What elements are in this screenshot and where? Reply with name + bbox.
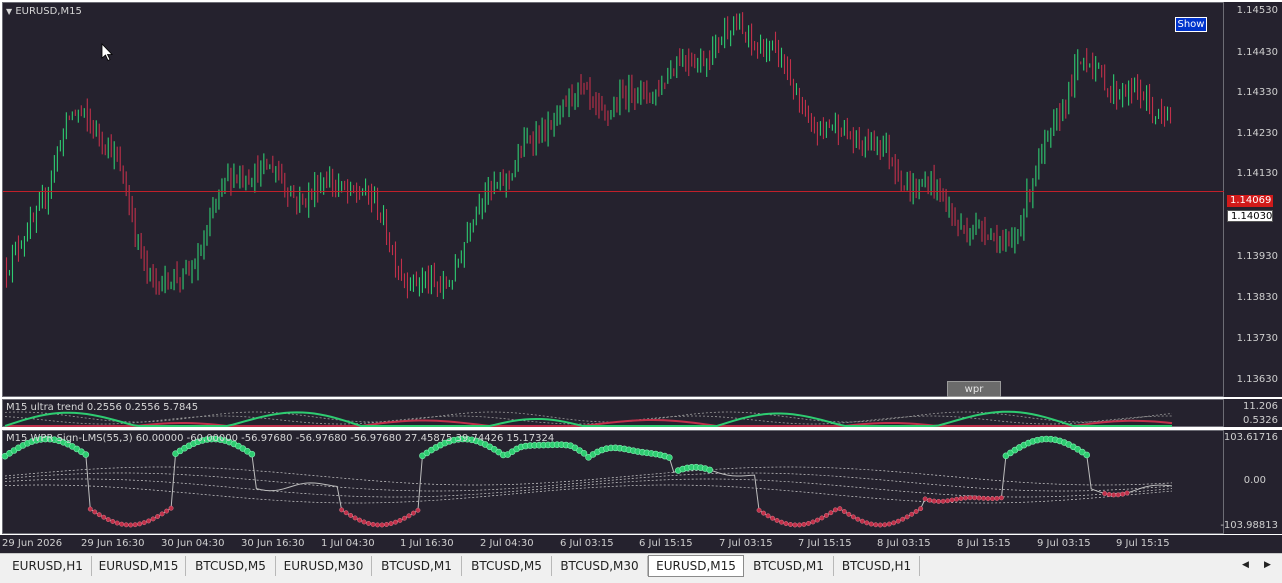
time-axis-label: 9 Jul 15:15 — [1116, 538, 1170, 549]
chart-tab-bar: EURUSD,H1 EURUSD,M15 BTCUSD,M5 EURUSD,M3… — [0, 553, 1282, 583]
dropdown-triangle-icon[interactable]: ▼ — [6, 7, 12, 16]
tab-btcusd-m1[interactable]: BTCUSD,M1 — [372, 556, 462, 576]
symbol-label: EURUSD,M15 — [15, 6, 82, 17]
time-axis-label: 30 Jun 04:30 — [161, 538, 225, 549]
time-axis-label: 29 Jun 16:30 — [81, 538, 145, 549]
tab-btcusd-h1[interactable]: BTCUSD,H1 — [834, 556, 920, 576]
time-axis-label: 1 Jul 16:30 — [400, 538, 454, 549]
price-axis-label: 1.13830 — [1236, 292, 1278, 303]
trend-axis-label: 0.5326 — [1243, 415, 1278, 426]
price-axis-label: 1.13630 — [1236, 374, 1278, 385]
wpr-axis-label: 0.00 — [1243, 475, 1266, 486]
tab-scroll-left-icon[interactable]: ◀ — [1242, 560, 1249, 570]
tab-eurusd-m30[interactable]: EURUSD,M30 — [276, 556, 372, 576]
tab-btcusd-m5[interactable]: BTCUSD,M5 — [186, 556, 276, 576]
time-axis-label: 2 Jul 04:30 — [480, 538, 534, 549]
tab-scroll-right-icon[interactable]: ▶ — [1264, 560, 1271, 570]
price-axis-label: 1.14330 — [1236, 87, 1278, 98]
time-axis-label: 8 Jul 03:15 — [877, 538, 931, 549]
trading-terminal: ▼ EURUSD,M15 Show wpr 1.14530 1.14430 1.… — [0, 0, 1282, 583]
time-axis-label: 9 Jul 03:15 — [1037, 538, 1091, 549]
wpr-panel[interactable] — [2, 430, 1224, 534]
current-price-white-tag: 1.14030 — [1227, 210, 1273, 222]
price-axis-label: 1.13930 — [1236, 251, 1278, 262]
tab-eurusd-m15-active[interactable]: EURUSD,M15 — [648, 555, 744, 577]
price-axis-label: 1.14430 — [1236, 47, 1278, 58]
chart-symbol-title: ▼ EURUSD,M15 — [6, 6, 82, 17]
time-axis-label: 7 Jul 15:15 — [798, 538, 852, 549]
tab-eurusd-h1[interactable]: EURUSD,H1 — [4, 556, 92, 576]
tab-btcusd-m5-2[interactable]: BTCUSD,M5 — [462, 556, 552, 576]
time-axis-label: 29 Jun 2026 — [2, 538, 63, 549]
time-axis: 29 Jun 2026 29 Jun 16:30 30 Jun 04:30 30… — [0, 535, 1282, 553]
wpr-title: M15 WPR Sign-LMS(55,3) 60.00000 -60.0000… — [6, 433, 555, 444]
wpr-axis: 103.61716 0.00 -103.98813 — [1220, 430, 1282, 534]
price-axis-label: 1.14530 — [1236, 5, 1278, 16]
show-button[interactable]: Show — [1175, 17, 1207, 32]
wpr-button[interactable]: wpr — [947, 381, 1001, 397]
wpr-axis-label: -103.98813 — [1220, 520, 1278, 531]
price-axis-label: 1.14230 — [1236, 128, 1278, 139]
time-axis-label: 1 Jul 04:30 — [321, 538, 375, 549]
ultra-trend-title: M15 ultra trend 0.2556 0.2556 5.7845 — [6, 402, 199, 413]
price-axis-label: 1.14130 — [1236, 168, 1278, 179]
current-price-red-tag: 1.14069 — [1227, 195, 1273, 207]
time-axis-label: 30 Jun 16:30 — [241, 538, 305, 549]
trend-axis: 11.206 0.5326 — [1224, 399, 1282, 427]
time-axis-label: 6 Jul 03:15 — [560, 538, 614, 549]
trend-axis-label: 11.206 — [1243, 401, 1278, 412]
time-axis-label: 8 Jul 15:15 — [957, 538, 1011, 549]
time-axis-label: 7 Jul 03:15 — [719, 538, 773, 549]
time-axis-label: 6 Jul 15:15 — [639, 538, 693, 549]
tab-btcusd-m1-2[interactable]: BTCUSD,M1 — [744, 556, 834, 576]
tab-eurusd-m15[interactable]: EURUSD,M15 — [92, 556, 186, 576]
wpr-axis-label: 103.61716 — [1223, 432, 1278, 443]
price-axis-label: 1.13730 — [1236, 333, 1278, 344]
tab-btcusd-m30[interactable]: BTCUSD,M30 — [552, 556, 648, 576]
